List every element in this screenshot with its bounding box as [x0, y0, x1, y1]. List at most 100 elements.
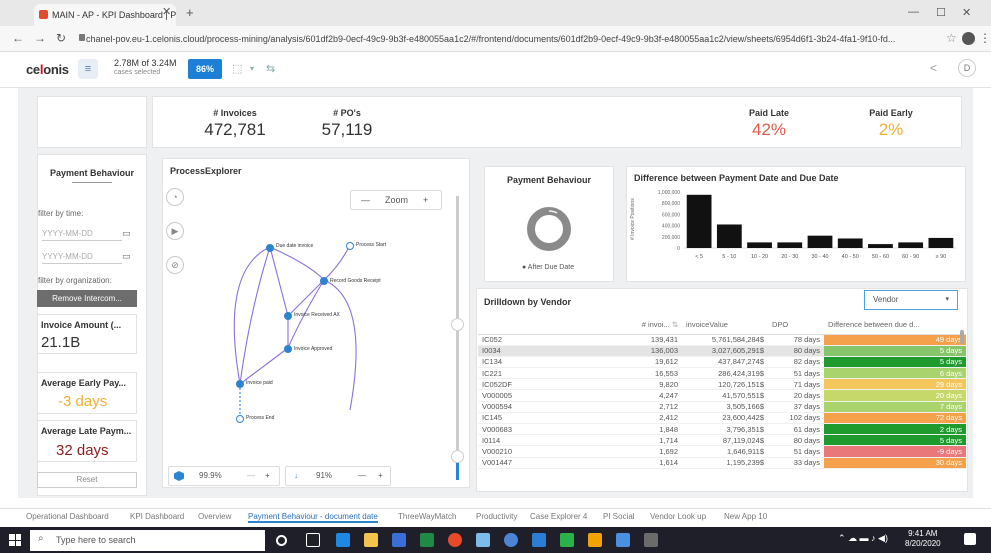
sheet-tab[interactable]: New App 10	[724, 512, 767, 521]
column-header[interactable]: DPO	[768, 316, 824, 335]
back-icon[interactable]: ←	[12, 31, 24, 45]
app-icon[interactable]	[644, 533, 658, 547]
table-row[interactable]: V000683 1,848 3,796,351$ 61 days 2 days	[478, 423, 966, 436]
bookmark-star-icon[interactable]: ☆	[946, 31, 957, 45]
table-row[interactable]: V000005 4,247 41,570,551$ 20 days 20 days	[478, 389, 966, 402]
connections-increase[interactable]: +	[378, 467, 383, 485]
table-row[interactable]: IC145 2,412 23,600,442$ 102 days 72 days	[478, 412, 966, 425]
remove-intercompany-button[interactable]: Remove Intercom...	[37, 290, 137, 307]
task-view-icon[interactable]	[306, 533, 320, 547]
column-header[interactable]: Difference between due d...	[824, 316, 966, 335]
zoom-in-button[interactable]: +	[423, 191, 428, 209]
app-icon[interactable]	[560, 533, 574, 547]
sheet-tab[interactable]: Payment Behaviour - document date	[248, 512, 378, 523]
table-row[interactable]: I0034 136,003 3,027,605,291$ 80 days 5 days	[478, 345, 966, 357]
app-icon[interactable]	[616, 533, 630, 547]
reset-button[interactable]: Reset	[37, 472, 137, 488]
table-scrollbar[interactable]	[960, 330, 964, 344]
bar[interactable]	[777, 242, 803, 248]
profile-avatar[interactable]	[962, 32, 975, 45]
close-tab-icon[interactable]: ✕	[162, 5, 171, 18]
bar[interactable]	[837, 238, 863, 248]
app-icon[interactable]	[476, 533, 490, 547]
activities-icon[interactable]: ◔	[166, 188, 184, 206]
sheet-tab[interactable]: KPI Dashboard	[130, 512, 184, 521]
close-window-icon[interactable]: ✕	[962, 6, 971, 19]
activities-increase[interactable]: +	[265, 467, 270, 485]
swap-icon[interactable]: ⇆	[266, 62, 275, 75]
connections-decrease[interactable]: —	[358, 467, 366, 485]
calendar-icon[interactable]: ▭	[122, 228, 131, 239]
vendor-dropdown[interactable]: Vendor ▾	[864, 290, 958, 310]
share-icon[interactable]: <	[930, 61, 937, 75]
bar[interactable]	[928, 237, 954, 248]
table-row[interactable]: IC052 139,431 5,761,584,284$ 78 days 49 days	[478, 334, 966, 346]
table-row[interactable]: V000594 2,712 3,505,166$ 37 days 7 days	[478, 401, 966, 413]
sheet-tab[interactable]: Case Explorer 4	[530, 512, 587, 521]
reload-icon[interactable]: ↻	[56, 31, 66, 45]
table-row[interactable]: IC134 19,612 437,847,274$ 82 days 5 days	[478, 356, 966, 369]
cases-percentage-badge[interactable]: 86%	[188, 59, 222, 79]
bar[interactable]	[868, 244, 893, 248]
notification-icon[interactable]	[964, 533, 976, 545]
user-avatar[interactable]: D	[958, 59, 976, 77]
node-invoice-paid[interactable]	[236, 380, 244, 388]
sheet-tab[interactable]: ThreeWayMatch	[398, 512, 456, 521]
new-tab-icon[interactable]: +	[186, 5, 194, 20]
taskbar-clock[interactable]: 9:41 AM 8/20/2020	[905, 529, 941, 549]
zoom-out-button[interactable]: —	[361, 191, 370, 209]
sheet-tab[interactable]: Productivity	[476, 512, 517, 521]
hide-icon[interactable]: ⊘	[166, 256, 184, 274]
column-header[interactable]: # invoi... ⇅	[620, 316, 682, 335]
taskbar-search[interactable]: Type here to search	[30, 530, 265, 551]
play-icon[interactable]: ▶	[166, 222, 184, 240]
node-invoice-approved[interactable]	[284, 345, 292, 353]
file-explorer-icon[interactable]	[364, 533, 378, 547]
app-icon[interactable]	[532, 533, 546, 547]
menu-icon[interactable]: ≡	[78, 59, 98, 79]
edge-icon[interactable]	[336, 533, 350, 547]
start-date-input[interactable]: YYYY-MM-DD	[42, 226, 122, 241]
selection-view-icon[interactable]: ⬚	[232, 62, 242, 75]
bar[interactable]	[747, 242, 772, 248]
maximize-icon[interactable]: ☐	[936, 6, 946, 19]
table-row[interactable]: I0114 1,714 87,119,024$ 80 days 5 days	[478, 434, 966, 447]
activities-decrease[interactable]: —	[247, 467, 255, 485]
bar[interactable]	[898, 242, 924, 248]
mail-icon[interactable]	[392, 533, 406, 547]
table-row[interactable]: V001447 1,614 1,195,239$ 33 days 30 days	[478, 457, 966, 469]
bar[interactable]	[686, 194, 712, 248]
sheet-tab[interactable]: Overview	[198, 512, 231, 521]
browser-menu-icon[interactable]: ⋮	[979, 31, 991, 45]
celonis-logo[interactable]: celonis	[26, 62, 69, 77]
slider-handle[interactable]	[451, 318, 464, 331]
chrome-icon[interactable]	[448, 533, 462, 547]
bar[interactable]	[716, 224, 742, 248]
cortana-icon[interactable]	[276, 535, 287, 546]
calendar-icon[interactable]: ▭	[122, 251, 131, 262]
sheet-tab[interactable]: PI Social	[603, 512, 635, 521]
end-date-input[interactable]: YYYY-MM-DD	[42, 249, 122, 264]
node-invoice-received[interactable]	[284, 312, 292, 320]
browser-tab[interactable]: MAIN - AP - KPI Dashboard | Pro	[34, 4, 176, 26]
column-header[interactable]: invoiceValue	[682, 316, 768, 335]
sheet-tab[interactable]: Vendor Look up	[650, 512, 706, 521]
app-icon[interactable]	[504, 533, 518, 547]
node-due-date-invoice[interactable]	[266, 244, 274, 252]
sheet-tab[interactable]: Operational Dashboard	[26, 512, 109, 521]
table-row[interactable]: IC221 16,553 286,424,319$ 51 days 6 days	[478, 367, 966, 380]
column-header[interactable]	[478, 316, 620, 335]
forward-icon[interactable]: →	[34, 31, 46, 45]
table-row[interactable]: V000210 1,692 1,646,911$ 51 days -9 days	[478, 445, 966, 458]
node-process-start[interactable]	[346, 242, 354, 250]
system-tray-icons[interactable]: ⌃ ☁ ▬ ♪ ◀)	[838, 533, 888, 544]
app-icon[interactable]	[588, 533, 602, 547]
windows-start-icon[interactable]	[9, 534, 21, 546]
url-field[interactable]: chanel-pov.eu-1.celonis.cloud/process-mi…	[86, 30, 936, 48]
minimize-icon[interactable]: —	[908, 6, 919, 18]
node-record-goods-receipt[interactable]	[320, 277, 328, 285]
slider-handle[interactable]	[451, 450, 464, 463]
excel-icon[interactable]	[420, 533, 434, 547]
chevron-down-icon[interactable]: ▾	[250, 64, 254, 73]
node-process-end[interactable]	[236, 415, 244, 423]
